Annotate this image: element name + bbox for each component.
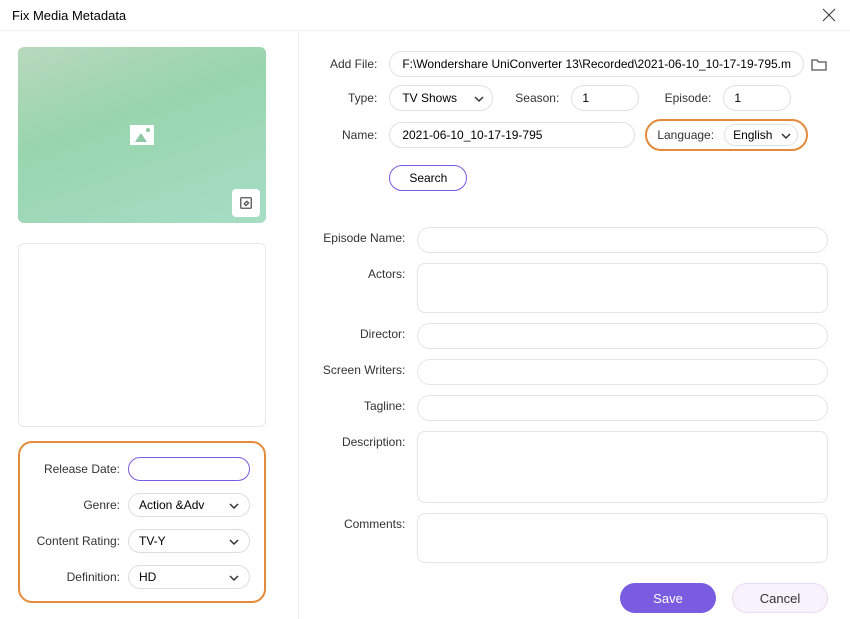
titlebar: Fix Media Metadata <box>0 0 850 31</box>
screen-writers-input[interactable] <box>417 359 828 385</box>
right-panel: Add File: F:\Wondershare UniConverter 13… <box>299 31 850 619</box>
add-file-label: Add File: <box>321 57 389 71</box>
image-placeholder-icon <box>130 125 154 145</box>
window-title: Fix Media Metadata <box>12 8 126 23</box>
tagline-label: Tagline: <box>321 395 417 421</box>
left-metadata-group: Release Date: Genre: Action &Adv Content… <box>18 441 266 603</box>
definition-select[interactable]: HD <box>128 565 250 589</box>
screen-writers-label: Screen Writers: <box>321 359 417 385</box>
thumbnail-preview <box>18 47 266 223</box>
secondary-preview-box <box>18 243 266 427</box>
actors-input[interactable] <box>417 263 828 313</box>
tagline-input[interactable] <box>417 395 828 421</box>
definition-label: Definition: <box>26 570 128 584</box>
content-rating-label: Content Rating: <box>26 534 128 548</box>
type-label: Type: <box>321 91 389 105</box>
chevron-down-icon <box>474 93 484 103</box>
director-input[interactable] <box>417 323 828 349</box>
chevron-down-icon <box>229 536 239 546</box>
season-label: Season: <box>493 91 571 105</box>
language-group: Language: English <box>645 119 808 151</box>
comments-input[interactable] <box>417 513 828 563</box>
actors-label: Actors: <box>321 263 417 313</box>
genre-select[interactable]: Action &Adv <box>128 493 250 517</box>
left-panel: Release Date: Genre: Action &Adv Content… <box>0 31 299 619</box>
edit-thumbnail-button[interactable] <box>232 189 260 217</box>
footer-actions: Save Cancel <box>321 573 828 613</box>
close-icon[interactable] <box>820 6 838 24</box>
release-date-input[interactable] <box>128 457 250 481</box>
description-input[interactable] <box>417 431 828 503</box>
episode-name-label: Episode Name: <box>321 227 417 253</box>
comments-label: Comments: <box>321 513 417 563</box>
type-select[interactable]: TV Shows <box>389 85 493 111</box>
episode-label: Episode: <box>639 91 723 105</box>
chevron-down-icon <box>229 500 239 510</box>
search-button[interactable]: Search <box>389 165 467 191</box>
name-label: Name: <box>321 128 389 142</box>
release-date-label: Release Date: <box>26 462 128 476</box>
season-input[interactable]: 1 <box>571 85 639 111</box>
chevron-down-icon <box>229 572 239 582</box>
language-label: Language: <box>657 128 714 142</box>
name-input[interactable]: 2021-06-10_10-17-19-795 <box>389 122 635 148</box>
chevron-down-icon <box>781 130 791 140</box>
content-rating-select[interactable]: TV-Y <box>128 529 250 553</box>
director-label: Director: <box>321 323 417 349</box>
description-label: Description: <box>321 431 417 503</box>
genre-label: Genre: <box>26 498 128 512</box>
cancel-button[interactable]: Cancel <box>732 583 828 613</box>
episode-input[interactable]: 1 <box>723 85 791 111</box>
save-button[interactable]: Save <box>620 583 716 613</box>
add-file-input[interactable]: F:\Wondershare UniConverter 13\Recorded\… <box>389 51 804 77</box>
browse-folder-icon[interactable] <box>810 55 828 73</box>
episode-name-input[interactable] <box>417 227 828 253</box>
language-select[interactable]: English <box>724 124 798 146</box>
